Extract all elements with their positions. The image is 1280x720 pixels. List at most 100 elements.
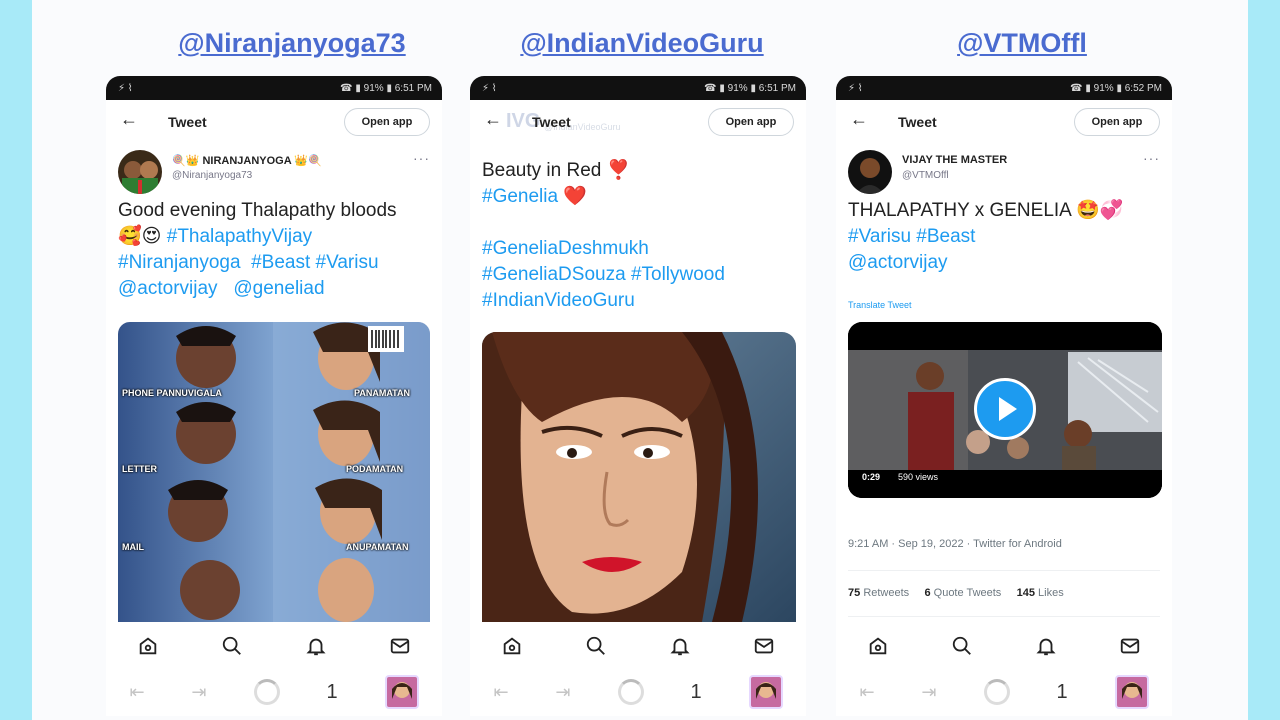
hashtag-link[interactable]: #GeneliaDeshmukh bbox=[482, 238, 649, 259]
back-icon[interactable]: ⇤ bbox=[493, 682, 508, 703]
hashtag-link[interactable]: #Beast bbox=[916, 226, 975, 247]
tweet-line: #Genelia ❤️ bbox=[482, 184, 794, 210]
retweets-label[interactable]: Retweets bbox=[863, 587, 909, 599]
likes-count[interactable]: 145 bbox=[1017, 587, 1035, 599]
tweet-video[interactable]: 0:29 590 views bbox=[848, 322, 1162, 498]
tweet-text: Good evening Thalapathy bloods 🥰😍 #Thala… bbox=[106, 198, 442, 302]
search-icon[interactable] bbox=[582, 632, 610, 660]
back-icon[interactable]: ⇤ bbox=[859, 682, 874, 703]
emoji: 🤩💞 bbox=[1076, 200, 1124, 221]
hashtag-link[interactable]: #Genelia bbox=[482, 186, 558, 207]
tweet-stats: 75 Retweets 6 Quote Tweets 145 Likes bbox=[848, 587, 1064, 599]
tweet-line-text: Beauty in Red bbox=[482, 160, 602, 181]
home-icon[interactable] bbox=[498, 632, 526, 660]
mail-icon[interactable] bbox=[386, 632, 414, 660]
browser-bar: ⇤ ⇥ 1 bbox=[470, 670, 806, 714]
back-arrow-icon[interactable]: ← bbox=[484, 109, 502, 130]
tab-count[interactable]: 1 bbox=[690, 681, 701, 704]
tweet-screen: ← IVG @IndianVideoGuru Tweet Open app Be… bbox=[470, 100, 806, 716]
browser-bar: ⇤ ⇥ 1 bbox=[836, 670, 1172, 714]
hashtag-link[interactable]: #Niranjanyoga bbox=[118, 252, 241, 273]
play-button[interactable] bbox=[974, 378, 1036, 440]
search-icon[interactable] bbox=[948, 632, 976, 660]
video-time: 0:29 bbox=[862, 472, 881, 482]
handle-label-niranjanyoga[interactable]: @Niranjanyoga73 bbox=[162, 28, 422, 64]
bottom-nav bbox=[106, 622, 442, 670]
status-bar: ⚡ ⌇ ☎ ▮ 91% ▮ 6:52 PM bbox=[836, 76, 1172, 100]
page-title: Tweet bbox=[532, 114, 571, 130]
meme-caption: LETTER bbox=[122, 464, 157, 474]
open-app-button[interactable]: Open app bbox=[1074, 108, 1160, 136]
quotes-count[interactable]: 6 bbox=[924, 587, 930, 599]
translate-link[interactable]: Translate Tweet bbox=[848, 300, 912, 310]
open-app-button[interactable]: Open app bbox=[708, 108, 794, 136]
handle-label-vtmoffl[interactable]: @VTMOffl bbox=[912, 28, 1132, 64]
quotes-label[interactable]: Quote Tweets bbox=[934, 587, 1002, 599]
avatar[interactable] bbox=[848, 150, 892, 194]
bell-icon[interactable] bbox=[666, 632, 694, 660]
handle-label-indianvideoguru[interactable]: @IndianVideoGuru bbox=[512, 28, 772, 64]
status-bar: ⚡ ⌇ ☎ ▮ 91% ▮ 6:51 PM bbox=[106, 76, 442, 100]
mail-icon[interactable] bbox=[750, 632, 778, 660]
status-right: ☎ ▮ 91% ▮ 6:52 PM bbox=[1070, 82, 1162, 94]
open-app-button[interactable]: Open app bbox=[344, 108, 430, 136]
more-icon[interactable]: ··· bbox=[1143, 150, 1160, 166]
mention-link[interactable]: @actorvijay bbox=[118, 278, 218, 299]
loading-spinner-icon bbox=[253, 679, 280, 705]
tweet-screen: ← Tweet Open app VIJAY THE MASTER @VTMOf… bbox=[836, 100, 1172, 716]
tweet-text: THALAPATHY x GENELIA 🤩💞 #Varisu #Beast @… bbox=[836, 198, 1172, 276]
video-views: 590 views bbox=[898, 472, 939, 482]
hashtag-link[interactable]: #Varisu bbox=[316, 252, 379, 273]
hashtag-link[interactable]: #GeneliaDSouza bbox=[482, 264, 626, 285]
profile-thumbnail[interactable] bbox=[1114, 675, 1149, 709]
tweet-topbar: ← Tweet Open app bbox=[836, 100, 1172, 142]
tweet-line: THALAPATHY x GENELIA 🤩💞 bbox=[848, 198, 1160, 224]
tweet-topbar: ← Tweet Open app bbox=[106, 100, 442, 142]
tab-count[interactable]: 1 bbox=[1056, 681, 1067, 704]
forward-icon[interactable]: ⇥ bbox=[192, 682, 207, 703]
tweet-line: 🥰😍 #ThalapathyVijay bbox=[118, 224, 430, 250]
hashtag-link[interactable]: #ThalapathyVijay bbox=[167, 226, 312, 247]
hashtag-link[interactable]: #Tollywood bbox=[631, 264, 725, 285]
tweet-line: Good evening Thalapathy bloods bbox=[118, 200, 397, 221]
hashtag-link[interactable]: #Beast bbox=[251, 252, 310, 273]
profile-thumbnail[interactable] bbox=[384, 675, 419, 709]
tweet-image-meme[interactable]: PHONE PANNUVIGALA PANAMATAN LETTER PODAM… bbox=[118, 322, 430, 622]
back-arrow-icon[interactable]: ← bbox=[120, 109, 138, 130]
hashtag-link[interactable]: #Varisu bbox=[848, 226, 911, 247]
forward-icon[interactable]: ⇥ bbox=[556, 682, 571, 703]
back-arrow-icon[interactable]: ← bbox=[850, 109, 868, 130]
tab-count[interactable]: 1 bbox=[326, 681, 337, 704]
status-left: ⚡ ⌇ bbox=[482, 82, 497, 94]
author-handle[interactable]: @Niranjanyoga73 bbox=[172, 170, 252, 181]
author-name[interactable]: 🍭👑 NIRANJANYOGA 👑🍭 bbox=[172, 154, 322, 167]
retweets-count[interactable]: 75 bbox=[848, 587, 860, 599]
meme-caption: MAIL bbox=[122, 542, 144, 552]
forward-icon[interactable]: ⇥ bbox=[922, 682, 937, 703]
more-icon[interactable]: ··· bbox=[413, 150, 430, 166]
profile-thumbnail[interactable] bbox=[748, 675, 783, 709]
home-icon[interactable] bbox=[134, 632, 162, 660]
likes-label[interactable]: Likes bbox=[1038, 587, 1064, 599]
bell-icon[interactable] bbox=[302, 632, 330, 660]
loading-spinner-icon bbox=[983, 679, 1010, 705]
mail-icon[interactable] bbox=[1116, 632, 1144, 660]
avatar[interactable] bbox=[118, 150, 162, 194]
author-handle[interactable]: @VTMOffl bbox=[902, 170, 949, 181]
author-name[interactable]: VIJAY THE MASTER bbox=[902, 154, 1007, 166]
mention-link[interactable]: @geneliad bbox=[233, 278, 324, 299]
mention-link[interactable]: @actorvijay bbox=[848, 252, 948, 273]
hashtag-link[interactable]: #IndianVideoGuru bbox=[482, 290, 635, 311]
home-icon[interactable] bbox=[864, 632, 892, 660]
bell-icon[interactable] bbox=[1032, 632, 1060, 660]
tweet-image-portrait[interactable] bbox=[482, 332, 796, 622]
tweet-line: #GeneliaDSouza #Tollywood bbox=[482, 262, 794, 288]
divider bbox=[848, 616, 1160, 617]
tweet-line: #GeneliaDeshmukh bbox=[482, 236, 794, 262]
search-icon[interactable] bbox=[218, 632, 246, 660]
back-icon[interactable]: ⇤ bbox=[129, 682, 144, 703]
tweet-line: #IndianVideoGuru bbox=[482, 288, 794, 314]
emoji: 🥰😍 bbox=[118, 226, 162, 247]
browser-bar: ⇤ ⇥ 1 bbox=[106, 670, 442, 714]
